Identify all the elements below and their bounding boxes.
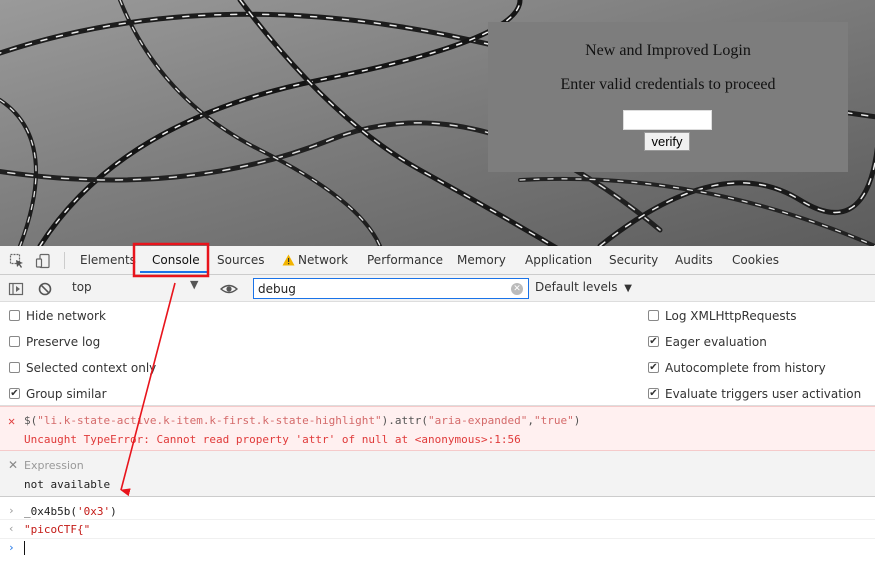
checkbox[interactable] [9,336,20,347]
log-levels-label: Default levels [535,280,618,294]
console-error-message: ✕ $("li.k-state-active.k-item.k-first.k-… [0,406,875,451]
tab-console[interactable]: Console [152,246,200,274]
code-string: '0x3' [76,505,111,518]
code-string: "aria-expanded" [427,414,528,427]
dropdown-arrow-icon[interactable]: ▼ [190,278,198,291]
device-toolbar-icon[interactable] [35,253,51,269]
tab-elements[interactable]: Elements [80,246,136,274]
remove-expression-icon[interactable]: ✕ [8,458,18,472]
console-filter-input[interactable]: debug [253,278,529,299]
devtools-panel: Elements Console Sources Network Perform… [0,246,875,581]
result-value[interactable]: "picoCTF{" [24,523,90,536]
clear-console-icon[interactable] [37,281,53,297]
console-toolbar: top ▼ debug ✕ Default levels ▼ [0,275,875,302]
login-panel: New and Improved Login Enter valid crede… [488,22,848,172]
live-expression: ✕ Expression not available [0,451,875,497]
context-select[interactable]: top [72,280,92,294]
show-sidebar-icon[interactable] [8,281,24,297]
error-command-text[interactable]: $("li.k-state-active.k-item.k-first.k-st… [24,414,580,427]
live-expression-eye-icon[interactable] [220,281,238,297]
code-string: "true" [533,414,574,427]
checkbox-checked[interactable]: ✔ [648,336,659,347]
code-text: ) [110,505,117,518]
credential-input[interactable] [623,110,712,130]
command-text[interactable]: _0x4b5b('0x3') [24,505,117,518]
code-text: ).attr( [381,414,428,427]
checkbox[interactable] [9,310,20,321]
error-text: Uncaught TypeError: Cannot read property… [24,433,521,446]
expression-value: not available [24,478,111,491]
console-settings: Hide network Preserve log Selected conte… [0,302,875,406]
code-text: , [527,414,534,427]
tab-divider [64,252,65,269]
console-command-entry: › _0x4b5b('0x3') [0,502,875,520]
active-tab-indicator [140,271,207,273]
checkbox-checked[interactable]: ✔ [648,388,659,399]
output-chevron-icon: ‹ [8,522,15,535]
checkbox-checked[interactable]: ✔ [9,388,20,399]
log-levels-select[interactable]: Default levels ▼ [535,280,632,294]
devtools-tabbar: Elements Console Sources Network Perform… [0,246,875,275]
prompt-chevron-icon: › [8,541,15,554]
checkbox[interactable] [9,362,20,373]
error-icon: ✕ [8,414,16,428]
login-title: New and Improved Login [585,42,751,59]
code-text: ) [573,414,581,427]
clear-filter-icon[interactable]: ✕ [511,283,523,295]
code-text: $( [24,414,38,427]
webpage-viewport: New and Improved Login Enter valid crede… [0,0,875,246]
code-string: "li.k-state-active.k-item.k-first.k-stat… [37,414,382,427]
tab-performance[interactable]: Performance [367,246,443,274]
tab-audits[interactable]: Audits [675,246,713,274]
tab-cookies[interactable]: Cookies [732,246,779,274]
input-chevron-icon: › [8,504,15,517]
tab-memory[interactable]: Memory [457,246,506,274]
dropdown-arrow-icon: ▼ [624,283,632,294]
expression-label[interactable]: Expression [24,459,84,472]
tab-network[interactable]: Network [298,246,348,274]
verify-button[interactable]: verify [644,132,690,151]
tab-application[interactable]: Application [525,246,592,274]
tab-security[interactable]: Security [609,246,658,274]
text-caret [24,541,25,555]
warning-icon [282,254,295,266]
console-result-entry: ‹ "picoCTF{" [0,520,875,539]
code-text: _0x4b5b( [24,505,77,518]
tab-sources[interactable]: Sources [217,246,264,274]
login-subtitle: Enter valid credentials to proceed [560,76,776,93]
checkbox-checked[interactable]: ✔ [648,362,659,373]
checkbox[interactable] [648,310,659,321]
console-prompt[interactable]: › [0,539,875,559]
inspect-element-icon[interactable] [9,253,25,269]
